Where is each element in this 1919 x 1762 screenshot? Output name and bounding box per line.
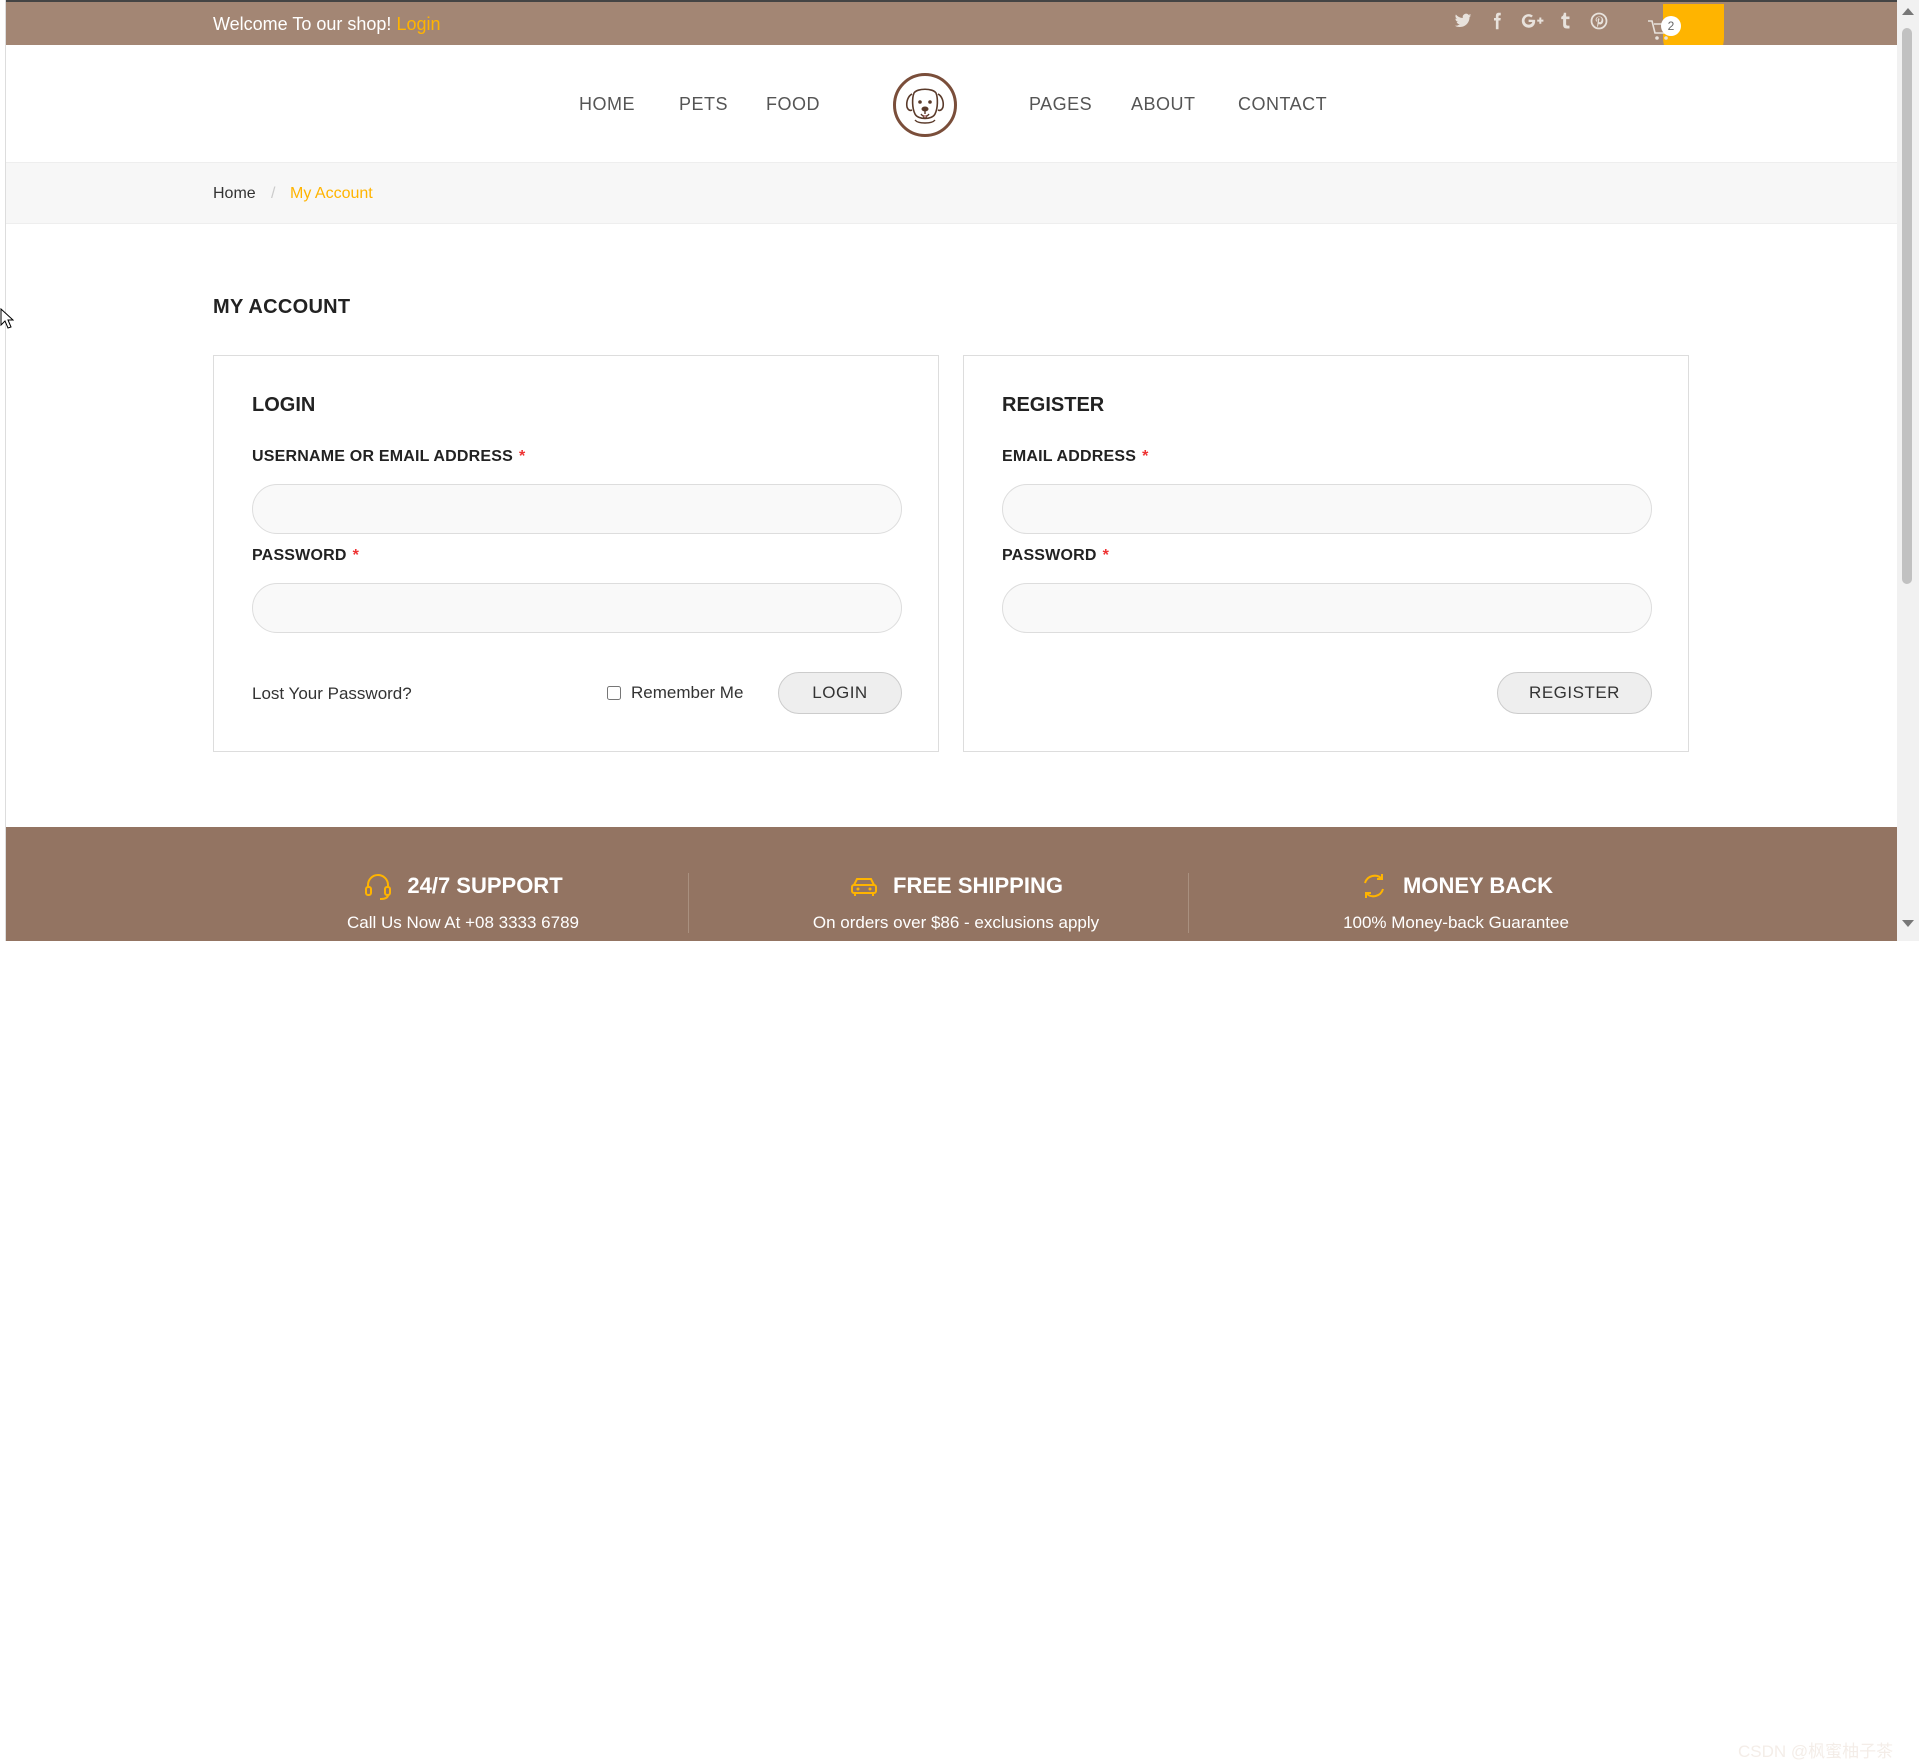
tumblr-icon[interactable] (1555, 12, 1575, 32)
mouse-cursor-icon (0, 308, 14, 329)
login-password-input[interactable] (252, 583, 902, 633)
feature-support: 24/7 SUPPORT Call Us Now At +08 3333 678… (213, 827, 713, 941)
feature-title: MONEY BACK (1206, 871, 1706, 901)
feature-divider (688, 873, 689, 933)
breadcrumb-home-link[interactable]: Home (213, 185, 256, 203)
register-panel: REGISTER EMAIL ADDRESS * PASSWORD * REGIST… (963, 355, 1689, 752)
feature-divider (1188, 873, 1189, 933)
social-links (1453, 12, 1609, 32)
welcome-message: Welcome To our shop! Login (213, 14, 440, 35)
headset-icon (365, 874, 392, 900)
pinterest-icon[interactable] (1589, 12, 1609, 32)
remember-me-checkbox[interactable] (607, 686, 621, 700)
page-scrollbar[interactable] (1897, 0, 1919, 941)
nav-item-contact[interactable]: CONTACT (1238, 94, 1327, 115)
breadcrumb-current: My Account (290, 185, 373, 202)
features-strip: 24/7 SUPPORT Call Us Now At +08 3333 678… (6, 827, 1898, 1761)
google-plus-icon[interactable] (1521, 12, 1544, 32)
nav-item-pages[interactable]: PAGES (1029, 94, 1092, 115)
feature-shipping-title: FREE SHIPPING (893, 873, 1063, 898)
register-password-label: PASSWORD * (1002, 547, 1109, 565)
breadcrumb: Home / My Account (6, 162, 1898, 224)
facebook-icon[interactable] (1487, 12, 1507, 32)
page-title: MY ACCOUNT (213, 296, 351, 318)
dog-logo[interactable] (893, 73, 957, 137)
feature-shipping-desc: On orders over $86 - exclusions apply (812, 913, 1100, 932)
login-button[interactable]: LOGIN (778, 672, 902, 714)
login-password-label-text: PASSWORD (252, 547, 347, 564)
nav-item-home[interactable]: HOME (579, 94, 635, 115)
scroll-down-arrow-icon[interactable] (1902, 920, 1914, 927)
scrollbar-thumb[interactable] (1902, 28, 1912, 584)
lost-password-link[interactable]: Lost Your Password? (252, 684, 412, 704)
required-mark: * (1142, 448, 1149, 465)
car-icon (851, 878, 878, 896)
required-mark: * (1102, 547, 1110, 564)
username-input[interactable] (252, 484, 902, 534)
feature-money-back-desc: 100% Money-back Guarantee (1343, 913, 1569, 932)
remember-me[interactable]: Remember Me (607, 683, 743, 703)
feature-money-back: MONEY BACK 100% Money-back Guarantee (1206, 827, 1706, 941)
breadcrumb-separator: / (271, 185, 276, 202)
required-mark: * (352, 547, 360, 564)
register-password-input[interactable] (1002, 583, 1652, 633)
username-label: USERNAME OR EMAIL ADDRESS * (252, 448, 525, 466)
feature-title: FREE SHIPPING (706, 871, 1206, 901)
nav-item-pets[interactable]: PETS (679, 94, 728, 115)
main-nav: HOME PETS FOOD PAGES ABOUT CONTACT (6, 45, 1898, 162)
feature-support-title: 24/7 SUPPORT (407, 873, 563, 898)
watermark: CSDN @枫蜜柚子茶 (1738, 1742, 1894, 1761)
register-button[interactable]: REGISTER (1497, 672, 1652, 714)
top-login-link[interactable]: Login (396, 14, 440, 34)
email-label: EMAIL ADDRESS * (1002, 448, 1149, 466)
cart-count-badge: 2 (1661, 16, 1681, 36)
email-label-text: EMAIL ADDRESS (1002, 448, 1137, 465)
login-password-label: PASSWORD * (252, 547, 359, 565)
dog-face-icon (905, 88, 945, 124)
feature-support-desc: Call Us Now At +08 3333 6789 (346, 913, 579, 932)
page: Welcome To our shop! Login 2 HOME PETS F… (5, 0, 1898, 1761)
scroll-up-arrow-icon[interactable] (1902, 8, 1914, 15)
nav-item-about[interactable]: ABOUT (1131, 94, 1196, 115)
register-password-label-text: PASSWORD (1002, 547, 1097, 564)
top-bar: Welcome To our shop! Login 2 (6, 0, 1898, 68)
twitter-icon[interactable] (1453, 12, 1473, 32)
login-panel: LOGIN USERNAME OR EMAIL ADDRESS * PASSWOR… (213, 355, 939, 752)
register-email-input[interactable] (1002, 484, 1652, 534)
required-mark: * (519, 448, 526, 465)
feature-title: 24/7 SUPPORT (213, 871, 713, 901)
feature-shipping: FREE SHIPPING On orders over $86 - exclu… (706, 827, 1206, 941)
login-heading: LOGIN (252, 394, 316, 416)
register-heading: REGISTER (1002, 394, 1105, 416)
refresh-icon (1364, 874, 1384, 898)
nav-item-food[interactable]: FOOD (766, 94, 820, 115)
feature-money-back-title: MONEY BACK (1403, 873, 1553, 898)
remember-me-label: Remember Me (631, 683, 744, 702)
username-label-text: USERNAME OR EMAIL ADDRESS (252, 448, 514, 465)
welcome-text: Welcome To our shop! (213, 14, 397, 34)
